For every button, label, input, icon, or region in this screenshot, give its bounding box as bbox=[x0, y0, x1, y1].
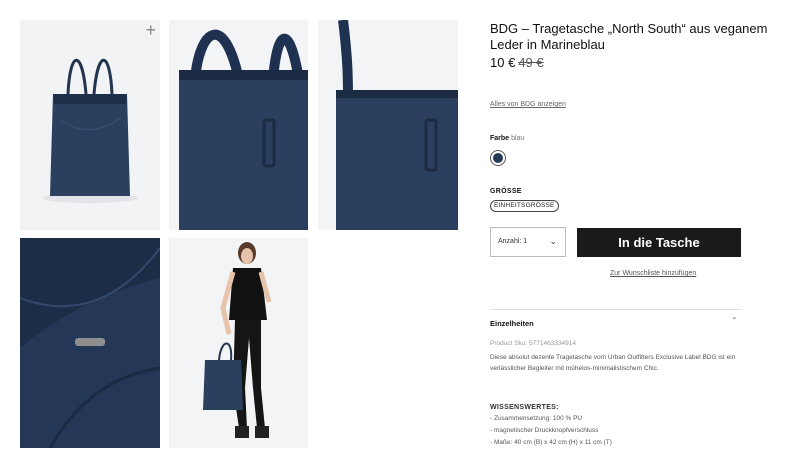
color-heading: Farbe blau bbox=[490, 135, 524, 142]
details-heading[interactable]: Einzelheiten bbox=[490, 319, 534, 328]
product-image-front[interactable]: + bbox=[20, 20, 160, 230]
color-label: Farbe bbox=[490, 135, 510, 142]
product-sku: Product Sku: 5771463334914 bbox=[490, 340, 577, 347]
size-label: GRÖSSE bbox=[490, 188, 522, 195]
add-to-bag-button[interactable]: In die Tasche bbox=[577, 228, 741, 257]
feature-item: - Maße: 40 cm (B) x 42 cm (H) x 11 cm (T… bbox=[490, 439, 612, 446]
feature-item: - magnetischer Druckknopfverschluss bbox=[490, 427, 599, 434]
product-image-side[interactable] bbox=[318, 20, 458, 230]
color-swatch-blue[interactable] bbox=[490, 150, 506, 166]
feature-item: - Zusammensetzung: 100 % PU bbox=[490, 415, 583, 422]
product-image-handle[interactable] bbox=[169, 20, 308, 230]
zoom-plus-icon[interactable]: + bbox=[145, 21, 156, 39]
brand-link[interactable]: Alles von BDG anzeigen bbox=[490, 101, 566, 108]
product-description: Diese absolut dezente Tragetasche vom Ur… bbox=[490, 354, 736, 372]
price: 10 €49 € bbox=[490, 55, 544, 70]
chevron-down-icon: ⌄ bbox=[549, 236, 557, 246]
color-value: blau bbox=[511, 135, 525, 142]
collapse-caret-icon[interactable]: ⌃ bbox=[731, 316, 738, 325]
features-heading: WISSENSWERTES: bbox=[490, 404, 559, 411]
original-price: 49 € bbox=[518, 55, 544, 70]
quantity-select[interactable]: Anzahl: 1 ⌄ bbox=[490, 227, 566, 257]
product-title: BDG – Tragetasche „North South“ aus vega… bbox=[490, 21, 768, 52]
sale-price: 10 € bbox=[490, 55, 516, 70]
product-image-model[interactable] bbox=[169, 238, 308, 448]
size-option[interactable]: EINHEITSGRÖSSE bbox=[490, 200, 559, 212]
product-image-interior[interactable] bbox=[20, 238, 160, 448]
quantity-label: Anzahl: 1 bbox=[498, 238, 528, 245]
divider bbox=[490, 309, 742, 310]
wishlist-link[interactable]: Zur Wunschliste hinzufügen bbox=[610, 270, 696, 277]
